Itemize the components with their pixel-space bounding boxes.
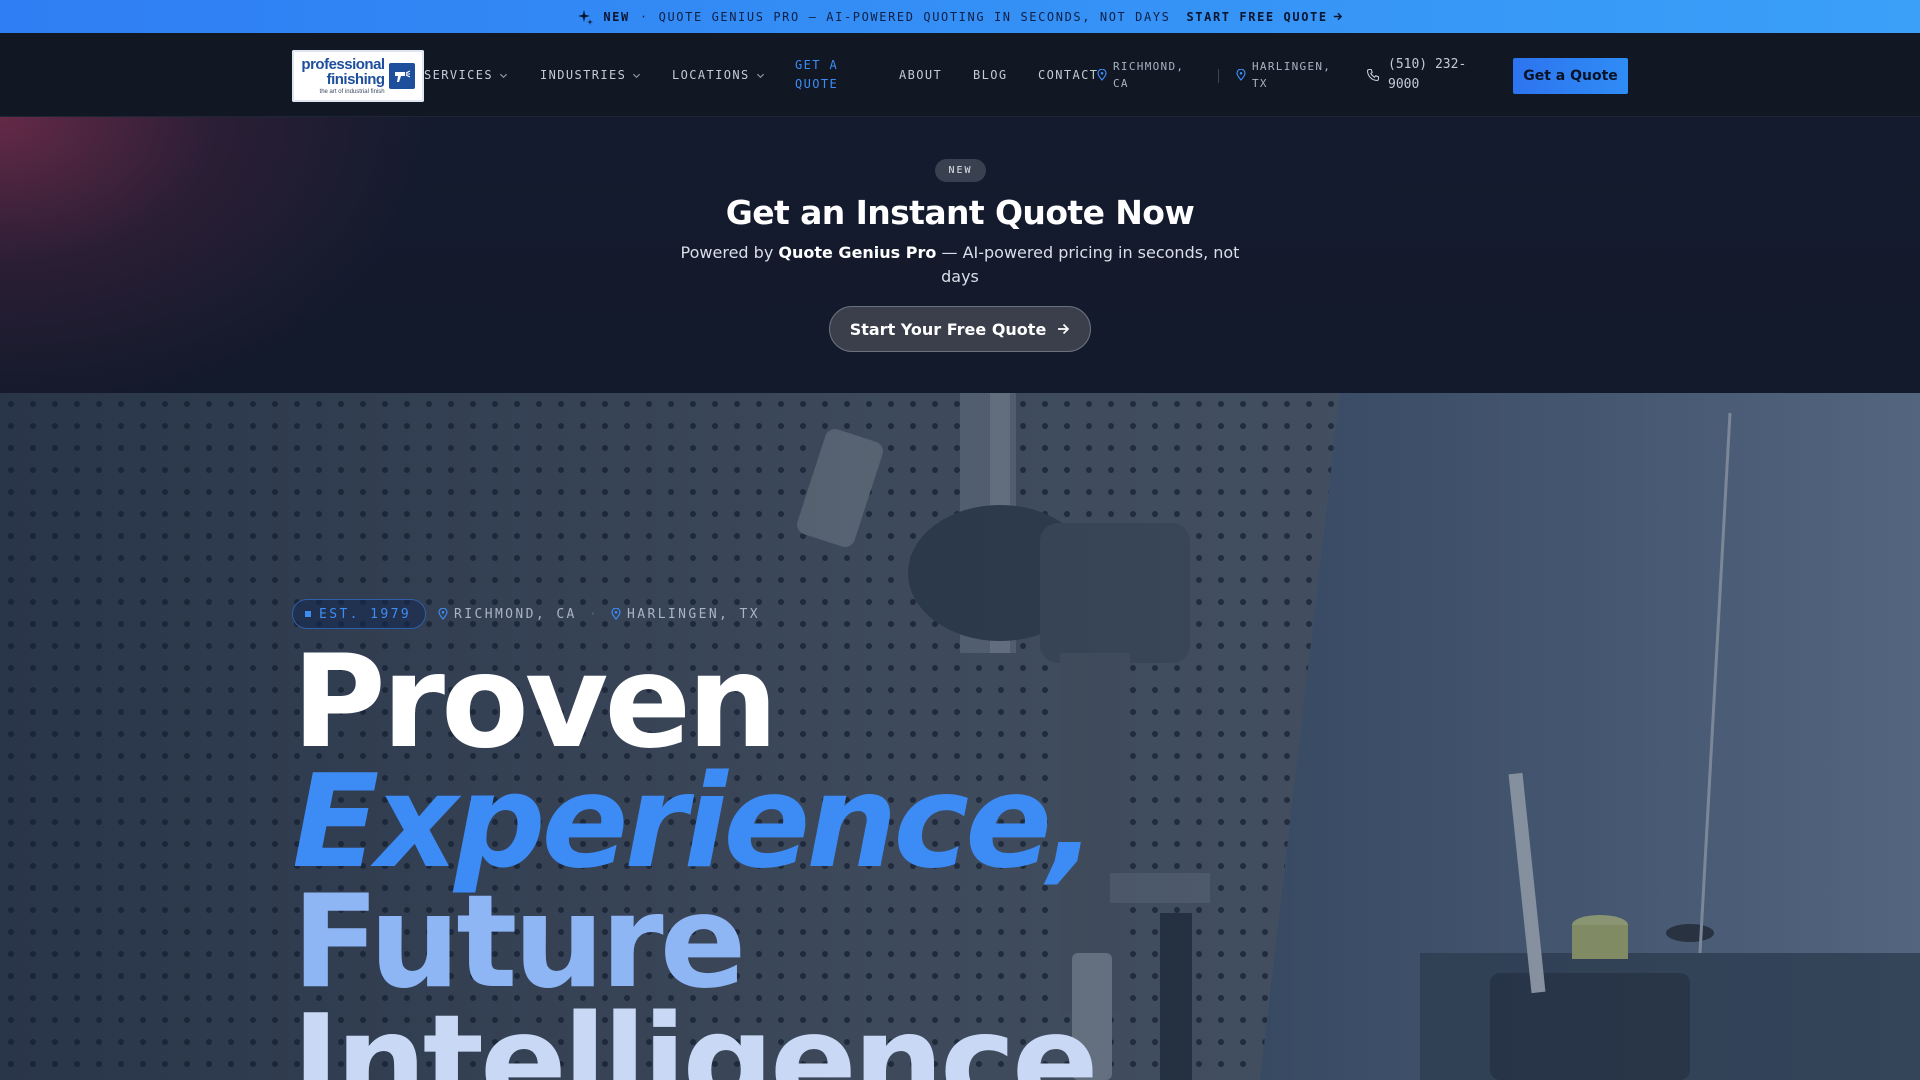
logo-wordmark: professional finishing the art of indust…: [301, 56, 386, 95]
phone-number: (510) 232- 9000: [1388, 55, 1466, 95]
hero-location-label: HARLINGEN, TX: [627, 606, 760, 622]
phone-line2: 9000: [1388, 77, 1420, 92]
sparkles-icon: [578, 9, 594, 25]
nav-item-label: CONTACT: [1038, 68, 1099, 82]
get-a-quote-button[interactable]: Get a Quote: [1513, 58, 1628, 94]
header-phone-link[interactable]: (510) 232- 9000: [1366, 33, 1466, 117]
headline-line-future: Future: [292, 868, 746, 1017]
instant-quote-title: Get an Instant Quote Now: [725, 193, 1195, 232]
chevron-down-icon: [499, 73, 508, 78]
instant-quote-subtitle: Powered by Quote Genius Pro — AI-powered…: [670, 241, 1250, 289]
site-header: professional finishing the art of indust…: [0, 33, 1920, 117]
location-line1: HARLINGEN,: [1252, 59, 1332, 73]
map-pin-icon: [438, 608, 448, 620]
hero-meta-row: EST. 1979 RICHMOND, CA · HARLINGEN, TX: [292, 599, 760, 629]
nav-item-label: SERVICES: [424, 68, 493, 82]
main-nav: SERVICES INDUSTRIES LOCATIONS GET A QUOT…: [424, 33, 1102, 117]
location-line1: RICHMOND,: [1113, 59, 1185, 73]
announcement-cta-link[interactable]: START FREE QUOTE: [1186, 10, 1342, 24]
logo-tagline: the art of industrial finish: [319, 89, 385, 95]
est-square-icon: [305, 611, 311, 617]
hero-section: EST. 1979 RICHMOND, CA · HARLINGEN, TX P…: [0, 393, 1920, 1080]
est-label: EST. 1979: [319, 606, 412, 622]
announcement-separator: ·: [639, 9, 649, 24]
location-line2: TX: [1252, 77, 1268, 90]
chevron-down-icon: [633, 73, 641, 78]
header-location-richmond[interactable]: RICHMOND, CA: [1097, 33, 1184, 117]
site-logo[interactable]: professional finishing the art of indust…: [292, 50, 424, 102]
nav-item-label: LOCATIONS: [672, 68, 750, 82]
map-pin-icon: [1236, 69, 1246, 81]
subtitle-suffix: — AI-powered pricing in seconds, not day…: [936, 243, 1240, 286]
hero-headline: Proven Experience, Future Intelligence: [292, 628, 1099, 1080]
nav-item-label: ABOUT: [899, 68, 943, 82]
arrow-right-icon: [1058, 323, 1070, 335]
nav-item-contact[interactable]: CONTACT: [1038, 68, 1102, 82]
nav-item-industries[interactable]: INDUSTRIES: [540, 68, 672, 82]
nav-item-get-a-quote[interactable]: GET A QUOTE: [795, 56, 899, 93]
nav-item-about[interactable]: ABOUT: [899, 68, 973, 82]
start-free-quote-button[interactable]: Start Your Free Quote: [829, 306, 1091, 352]
location-line2: CA: [1113, 77, 1129, 90]
chevron-down-icon: [756, 73, 764, 78]
nav-item-label-line1: GET A: [795, 58, 839, 73]
header-location-text: HARLINGEN, TX: [1252, 58, 1331, 92]
headline-line-intelligence: Intelligence: [292, 988, 1099, 1080]
new-badge: NEW: [935, 159, 986, 182]
announcement-cta-label: START FREE QUOTE: [1186, 9, 1328, 24]
arrow-right-icon: [1333, 12, 1342, 21]
header-location-text: RICHMOND, CA: [1113, 58, 1184, 92]
nav-item-blog[interactable]: BLOG: [973, 68, 1038, 82]
headline-line-proven: Proven: [292, 628, 778, 777]
subtitle-product: Quote Genius Pro: [778, 243, 937, 262]
logo-line2: finishing: [326, 71, 386, 88]
hero-location-harlingen: HARLINGEN, TX: [611, 607, 760, 622]
phone-icon: [1366, 68, 1380, 82]
subtitle-prefix: Powered by: [680, 243, 779, 262]
nav-item-services[interactable]: SERVICES: [424, 68, 540, 82]
nav-item-label-line2: QUOTE: [795, 77, 839, 91]
announcement-message: QUOTE GENIUS PRO — AI-POWERED QUOTING IN…: [658, 9, 1171, 24]
header-divider: [1218, 69, 1219, 83]
headline-line-experience: Experience,: [292, 748, 1097, 897]
announcement-new-label: NEW: [603, 9, 630, 24]
hero-location-richmond: RICHMOND, CA: [438, 607, 577, 622]
start-free-quote-label: Start Your Free Quote: [849, 319, 1047, 339]
nav-item-label: BLOG: [973, 68, 1008, 82]
header-location-harlingen[interactable]: HARLINGEN, TX: [1236, 33, 1331, 117]
nav-item-locations[interactable]: LOCATIONS: [672, 68, 795, 82]
instant-quote-section: NEW Get an Instant Quote Now Powered by …: [0, 117, 1920, 393]
announcement-bar: NEW · QUOTE GENIUS PRO — AI-POWERED QUOT…: [0, 0, 1920, 33]
map-pin-icon: [611, 608, 621, 620]
map-pin-icon: [1097, 69, 1107, 81]
phone-line1: (510) 232-: [1388, 56, 1467, 72]
hero-location-label: RICHMOND, CA: [454, 606, 577, 622]
nav-item-label: INDUSTRIES: [540, 68, 627, 82]
est-badge: EST. 1979: [292, 599, 427, 629]
spray-gun-icon: [388, 63, 415, 89]
logo-line1: professional: [301, 56, 385, 73]
hero-meta-separator: ·: [588, 606, 600, 622]
